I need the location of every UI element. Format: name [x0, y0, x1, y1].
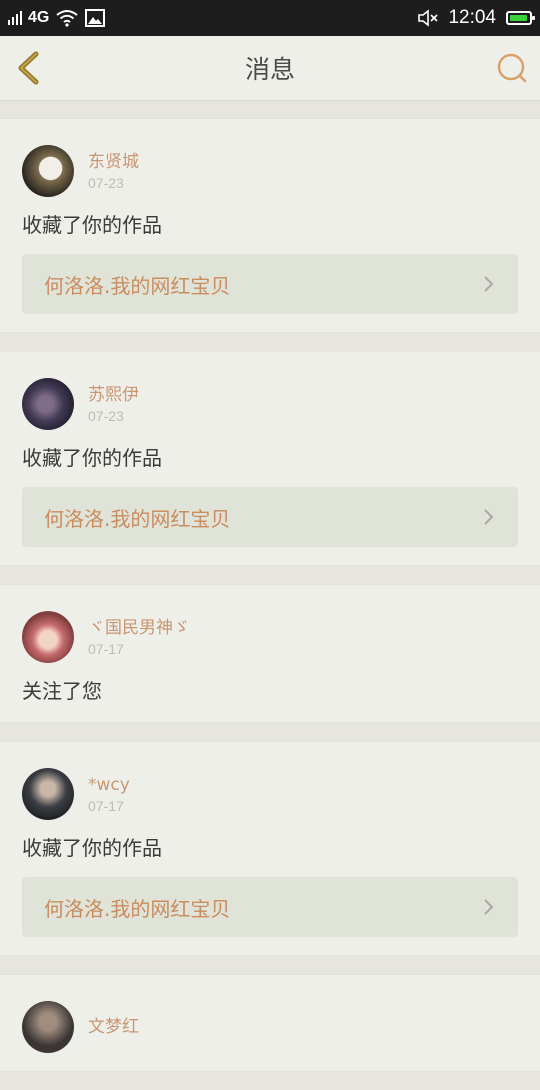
date: 07-23: [88, 175, 124, 191]
user-name[interactable]: *wcy: [88, 774, 130, 796]
work-title: 何洛洛.我的网红宝贝: [44, 896, 231, 921]
notification-card[interactable]: 苏熙伊 07-23 收藏了你的作品 何洛洛.我的网红宝贝: [0, 351, 540, 566]
avatar[interactable]: [22, 768, 74, 820]
battery-icon: [506, 11, 535, 25]
chevron-right-icon: [484, 509, 494, 525]
avatar[interactable]: [22, 611, 74, 663]
notification-card[interactable]: 文梦红: [0, 974, 540, 1072]
date: 07-17: [88, 641, 124, 657]
image-icon: [85, 9, 106, 27]
date: 07-17: [88, 798, 124, 814]
signal-icon: [8, 11, 22, 25]
user-name[interactable]: 东贤城: [88, 151, 139, 173]
work-link[interactable]: 何洛洛.我的网红宝贝: [22, 877, 518, 937]
user-name[interactable]: 苏熙伊: [88, 384, 139, 406]
app-header: 消息: [0, 36, 540, 101]
wifi-icon: [56, 10, 78, 27]
mute-icon: [418, 9, 439, 27]
user-name[interactable]: 文梦红: [88, 1016, 139, 1038]
action-text: 收藏了你的作品: [22, 213, 162, 237]
action-text: 关注了您: [22, 679, 102, 703]
avatar[interactable]: [22, 378, 74, 430]
chevron-left-icon[interactable]: [12, 50, 46, 86]
chevron-right-icon: [484, 899, 494, 915]
network-label: 4G: [28, 9, 50, 26]
work-title: 何洛洛.我的网红宝贝: [44, 506, 231, 531]
work-title: 何洛洛.我的网红宝贝: [44, 273, 231, 298]
search-icon[interactable]: [496, 52, 528, 84]
chevron-right-icon: [484, 276, 494, 292]
notification-card[interactable]: ヾ国民男神ゞ 07-17 关注了您: [0, 584, 540, 723]
date: 07-23: [88, 408, 124, 424]
status-bar: 4G 12:04: [0, 0, 540, 36]
notification-card[interactable]: 东贤城 07-23 收藏了你的作品 何洛洛.我的网红宝贝: [0, 118, 540, 333]
avatar[interactable]: [22, 145, 74, 197]
user-name[interactable]: ヾ国民男神ゞ: [88, 617, 190, 639]
page-title: 消息: [244, 55, 295, 84]
avatar[interactable]: [22, 1001, 74, 1053]
work-link[interactable]: 何洛洛.我的网红宝贝: [22, 254, 518, 314]
work-link[interactable]: 何洛洛.我的网红宝贝: [22, 487, 518, 547]
action-text: 收藏了你的作品: [22, 446, 162, 470]
action-text: 收藏了你的作品: [22, 836, 162, 860]
message-list: 东贤城 07-23 收藏了你的作品 何洛洛.我的网红宝贝 苏熙伊 07-23 收…: [0, 118, 540, 1090]
notification-card[interactable]: *wcy 07-17 收藏了你的作品 何洛洛.我的网红宝贝: [0, 741, 540, 956]
clock: 12:04: [448, 7, 496, 28]
